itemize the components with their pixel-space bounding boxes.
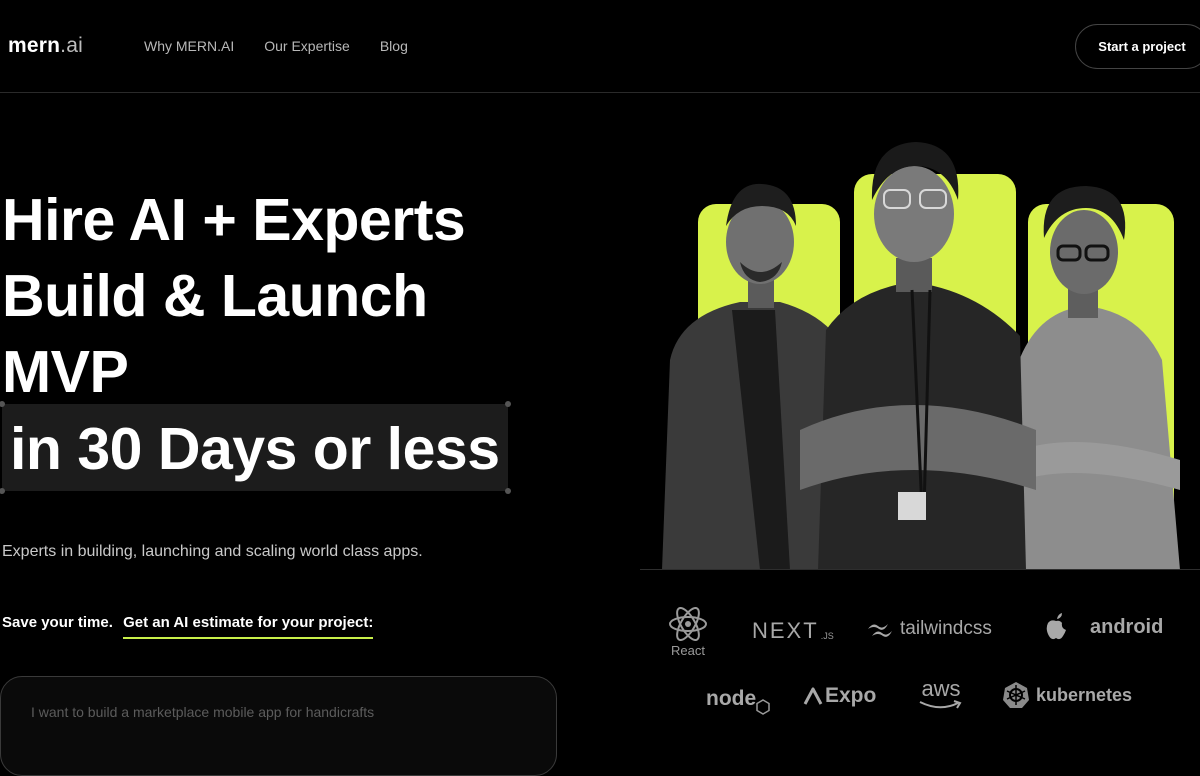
aws-smile-icon <box>919 700 962 709</box>
logo[interactable]: mern.ai <box>8 34 83 58</box>
ai-estimate-link[interactable]: Get an AI estimate for your project: <box>123 614 374 639</box>
aws-label: aws <box>921 676 961 701</box>
logo-dot: .ai <box>60 34 83 57</box>
nav-link-our-expertise[interactable]: Our Expertise <box>264 38 350 54</box>
tech-kubernetes: kubernetes <box>1002 681 1132 709</box>
team-member-right <box>1012 186 1180 570</box>
tech-nextjs: NEXT .JS <box>752 618 834 644</box>
save-time-text: Save your time. <box>2 614 113 631</box>
nodejs-label: node <box>706 687 757 710</box>
team-members-illustration <box>662 142 1180 570</box>
tech-tailwind: tailwindcss <box>866 618 992 640</box>
headline-highlight-text: in 30 Days or less <box>10 416 500 482</box>
top-navbar: mern.ai Why MERN.AI Our Expertise Blog S… <box>0 0 1200 93</box>
nav-link-blog[interactable]: Blog <box>380 38 408 54</box>
estimate-row: Save your time. Get an AI estimate for y… <box>2 614 374 639</box>
headline-line-1: Hire AI + Experts <box>2 187 466 253</box>
expo-icon <box>803 687 823 705</box>
tech-aws: aws <box>918 678 964 710</box>
expo-label: Expo <box>825 684 877 707</box>
headline-line-3: MVP <box>2 339 129 405</box>
tech-android: android <box>1090 616 1163 639</box>
headline-highlight: in 30 Days or less <box>0 401 511 494</box>
logo-main: mern <box>8 34 61 57</box>
nextjs-label: NEXT <box>752 618 819 643</box>
hero-subtitle: Experts in building, launching and scali… <box>2 543 423 560</box>
kubernetes-icon <box>1003 682 1029 708</box>
selection-handle <box>505 488 511 494</box>
tailwind-icon <box>868 624 892 637</box>
tech-expo: Expo <box>803 684 876 708</box>
tech-react: React <box>668 607 708 658</box>
team-member-center <box>800 142 1036 570</box>
selection-handle <box>0 488 5 494</box>
team-photo <box>640 130 1200 570</box>
project-prompt-box <box>0 676 557 776</box>
apple-icon <box>1046 613 1066 640</box>
nav-links: Why MERN.AI Our Expertise Blog <box>144 38 408 54</box>
headline-line-2: Build & Launch <box>2 263 428 329</box>
nav-link-why-mern-ai[interactable]: Why MERN.AI <box>144 38 234 54</box>
start-project-button[interactable]: Start a project <box>1075 24 1200 69</box>
android-label: android <box>1090 616 1164 638</box>
selection-handle <box>0 401 5 407</box>
tech-nodejs: node <box>706 683 770 715</box>
nextjs-suffix: .JS <box>820 631 834 641</box>
nodejs-hex-icon <box>756 699 770 715</box>
react-icon <box>669 607 707 641</box>
project-prompt-input[interactable] <box>29 703 523 721</box>
react-label: React <box>671 643 705 658</box>
tailwind-label: tailwindcss <box>900 618 992 639</box>
section-divider <box>640 569 1200 570</box>
selection-handle <box>505 401 511 407</box>
kubernetes-label: kubernetes <box>1036 684 1133 705</box>
hero-headline: Hire AI + Experts Build & Launch MVP <box>2 182 466 410</box>
tech-apple <box>1044 613 1068 641</box>
